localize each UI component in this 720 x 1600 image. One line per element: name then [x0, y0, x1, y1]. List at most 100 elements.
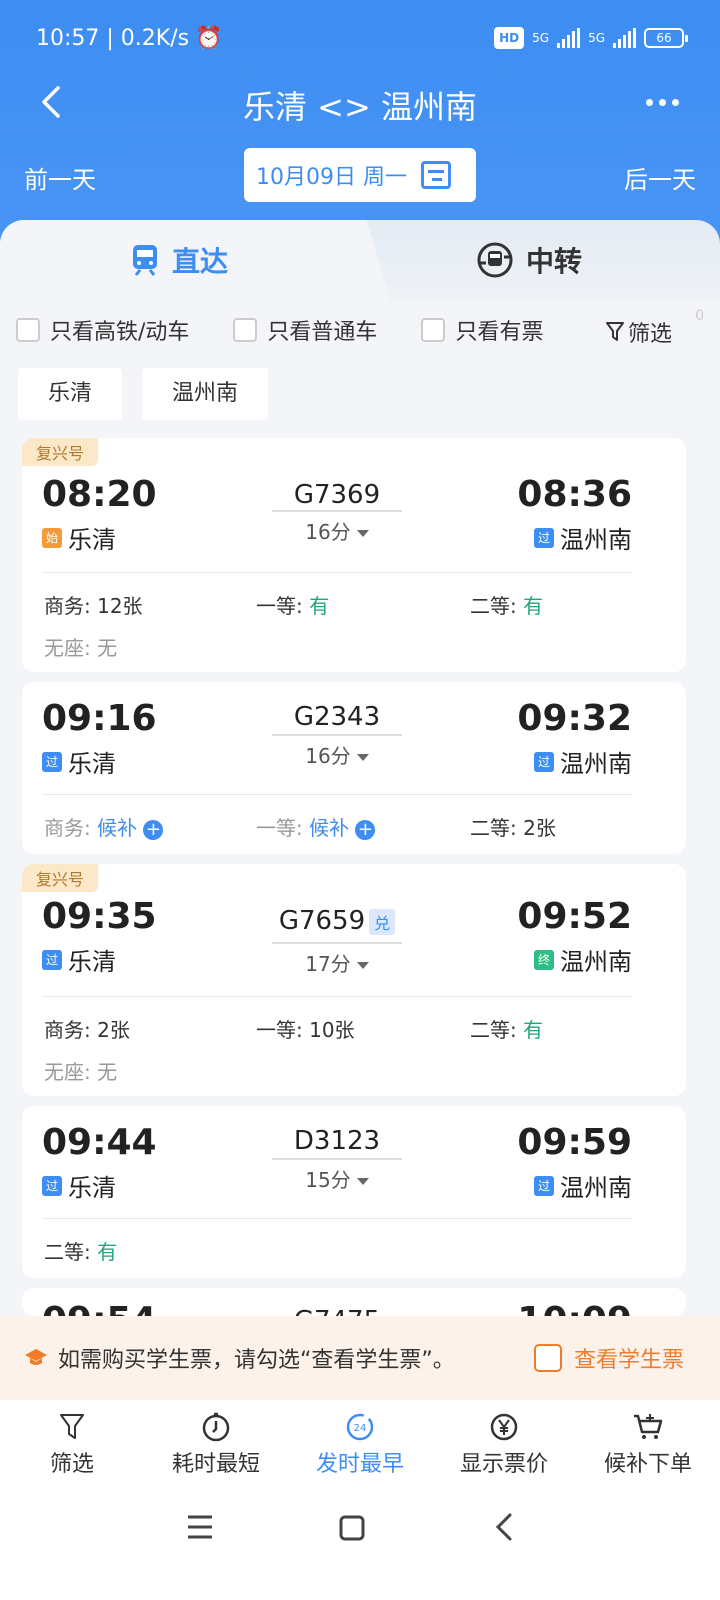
departure-time: 09:44	[42, 1122, 157, 1163]
student-ticket-label: 查看学生票	[573, 1348, 684, 1373]
arrival-station: 过温州南	[534, 520, 632, 555]
system-nav-bar	[0, 1490, 720, 1600]
seat-first: 一等: 10张	[256, 1018, 355, 1042]
train-number: G2343	[293, 702, 381, 732]
svg-text:24: 24	[354, 1423, 367, 1434]
signal-icon	[557, 28, 581, 48]
student-ticket-notice: 如需购买学生票，请勾选“查看学生票”。 查看学生票	[0, 1316, 720, 1400]
station-chip-to[interactable]: 温州南	[142, 368, 269, 420]
arrival-time: 09:59	[517, 1122, 632, 1163]
tab-transfer[interactable]: 中转	[476, 240, 582, 280]
departure-time: 09:35	[42, 896, 157, 937]
seat-second: 二等: 有	[470, 1018, 544, 1042]
arrival-time: 08:36	[517, 474, 632, 515]
home-icon[interactable]	[338, 1514, 366, 1542]
pass-tag: 过	[42, 751, 62, 772]
waitlist-order-tab[interactable]: 候补下单	[576, 1400, 720, 1490]
yen-icon	[490, 1413, 518, 1441]
earliest-departure-tab[interactable]: 24 发时最早	[288, 1400, 432, 1490]
departure-time: 08:20	[42, 474, 157, 515]
plus-icon: +	[143, 819, 164, 840]
high-speed-label: 只看高铁/动车	[50, 320, 190, 345]
train-card[interactable]: 09:16 过乐清 G2343 16分 09:32 过温州南 商务: 候补 + …	[22, 682, 686, 854]
checkbox-icon	[421, 318, 446, 342]
shortest-duration-tab[interactable]: 耗时最短	[144, 1400, 288, 1490]
more-icon[interactable]	[646, 88, 690, 116]
plus-icon: +	[355, 819, 376, 840]
dropdown-arrow-icon	[356, 962, 369, 969]
back-icon[interactable]	[492, 1512, 516, 1542]
departure-station: 过乐清	[42, 744, 116, 779]
cart-icon	[634, 1414, 663, 1439]
checkbox-icon	[233, 318, 258, 342]
duration[interactable]: 17分	[272, 948, 402, 977]
prev-day-button[interactable]: 前一天	[24, 160, 96, 195]
departure-station: 过乐清	[42, 1168, 116, 1203]
fuxing-badge: 复兴号	[22, 438, 99, 466]
origin-tag: 始	[42, 527, 62, 548]
tab-bar: 直达 中转	[0, 220, 720, 300]
train-card[interactable]: 09:44 过乐清 D3123 15分 09:59 过温州南 二等: 有	[22, 1106, 686, 1278]
departure-station: 始乐清	[42, 520, 116, 555]
train-icon	[133, 245, 157, 276]
student-ticket-toggle[interactable]: 查看学生票	[533, 1342, 684, 1374]
timer-icon	[202, 1412, 230, 1442]
checkbox-icon	[16, 318, 40, 342]
high-speed-checkbox[interactable]: 只看高铁/动车	[16, 314, 189, 346]
duration[interactable]: 16分	[272, 516, 402, 545]
station-chip-from[interactable]: 乐清	[18, 368, 123, 420]
battery-icon: 66	[644, 28, 688, 48]
tab-direct[interactable]: 直达	[130, 240, 228, 280]
pass-tag: 过	[42, 949, 62, 970]
seat-business[interactable]: 商务: 候补 +	[44, 812, 164, 841]
menu-icon[interactable]	[186, 1514, 214, 1540]
bottom-toolbar: 筛选 耗时最短 24 发时最早 显示票价 候补下单	[0, 1400, 720, 1490]
available-only-label: 只看有票	[455, 320, 544, 345]
train-number: G7659 兑	[262, 906, 412, 936]
arrival-time: 10:09	[517, 1300, 632, 1316]
filter-tab[interactable]: 筛选	[0, 1400, 144, 1490]
seat-standing: 无座: 无	[44, 1060, 118, 1084]
arrival-time: 09:32	[517, 698, 632, 739]
train-card[interactable]: 复兴号 08:20 始乐清 G7369 16分 08:36 过温州南 商务: 1…	[22, 438, 686, 672]
dropdown-arrow-icon	[356, 1178, 369, 1185]
seat-first[interactable]: 一等: 候补 +	[256, 812, 376, 841]
normal-train-checkbox[interactable]: 只看普通车	[233, 314, 377, 346]
arrival-station: 过温州南	[534, 744, 632, 779]
seat-second: 二等: 有	[470, 594, 544, 618]
date-text: 10月09日 周一	[256, 165, 407, 190]
tab-direct-label: 直达	[172, 245, 229, 278]
network-label-1: 5G	[532, 31, 550, 45]
train-card[interactable]: 09:54 G7475 10:09	[22, 1288, 686, 1316]
next-day-button[interactable]: 后一天	[624, 160, 696, 195]
dropdown-arrow-icon	[356, 530, 369, 537]
departure-time: 09:54	[42, 1300, 157, 1316]
show-price-tab[interactable]: 显示票价	[432, 1400, 576, 1490]
train-card[interactable]: 复兴号 09:35 过乐清 G7659 兑 17分 09:52 终温州南 商务: …	[22, 864, 686, 1096]
status-bar: 10:57 | 0.2K/s ⏰ HD 5G 5G 66	[36, 20, 688, 56]
seat-second: 二等: 2张	[470, 816, 556, 840]
available-only-checkbox[interactable]: 只看有票	[421, 314, 543, 346]
arrival-time: 09:52	[517, 896, 632, 937]
departure-time: 09:16	[42, 698, 157, 739]
departure-station: 过乐清	[42, 942, 116, 977]
funnel-icon	[605, 322, 624, 341]
duration[interactable]: 16分	[272, 740, 402, 769]
seat-standing: 无座: 无	[44, 636, 118, 660]
arrival-station: 终温州南	[534, 942, 632, 977]
nav-bar: 乐清 <> 温州南	[0, 78, 720, 128]
pass-tag: 过	[534, 751, 554, 772]
signal-icon	[613, 28, 636, 48]
filter-button[interactable]: 筛选	[605, 316, 672, 348]
duration[interactable]: 15分	[272, 1164, 402, 1193]
date-picker[interactable]: 10月09日 周一	[244, 148, 476, 202]
seat-second: 二等: 有	[44, 1240, 118, 1264]
tab-transfer-label: 中转	[526, 245, 583, 278]
filter-count-badge: 0	[695, 308, 704, 324]
network-label-2: 5G	[588, 31, 605, 45]
calendar-icon	[420, 161, 451, 189]
seat-first: 一等: 有	[256, 594, 330, 618]
filter-row: 只看高铁/动车 只看普通车 只看有票 筛选 0	[16, 308, 704, 350]
station-chips: 乐清 温州南	[18, 368, 269, 420]
graduation-cap-icon	[25, 1349, 47, 1365]
